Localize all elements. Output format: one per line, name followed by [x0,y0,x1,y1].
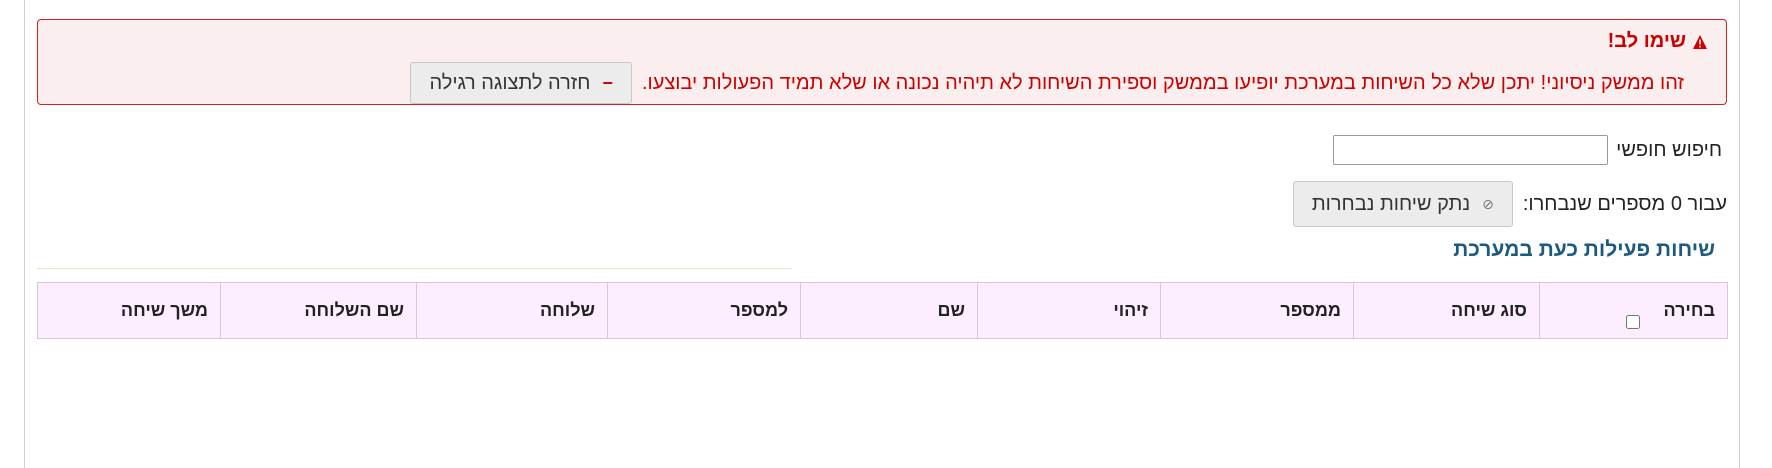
ban-icon: ⊘ [1482,195,1494,212]
header-select: בחירה [1539,282,1728,339]
search-label: חיפוש חופשי [1616,138,1722,161]
header-from-number[interactable]: ממספר [1160,282,1354,339]
header-to-number[interactable]: למספר [607,282,801,339]
disconnect-selected-button[interactable]: ⊘ נתק שיחות נבחרות [1292,181,1513,227]
header-extension[interactable]: שלוחה [416,282,608,339]
header-name[interactable]: שם [800,282,978,339]
alert-message-row: זהו ממשק ניסיוני! יתכן שלא כל השיחות במע… [410,62,1684,104]
alert-message: זהו ממשק ניסיוני! יתכן שלא כל השיחות במע… [641,72,1684,94]
selection-count-label: עבור 0 מספרים שנבחרו: [1522,192,1727,215]
warning-icon [1693,34,1707,49]
header-call-duration[interactable]: משך שיחה [37,282,221,339]
minus-icon: − [602,72,613,93]
disconnect-button-label: נתק שיחות נבחרות [1311,192,1471,215]
header-caller-id[interactable]: זיהוי [977,282,1161,339]
return-button-label: חזרה לתצוגה רגילה [429,71,591,94]
header-extension-name[interactable]: שם השלוחה [220,282,417,339]
search-input[interactable] [1333,135,1609,165]
selection-actions: עבור 0 מספרים שנבחרו: ⊘ נתק שיחות נבחרות [1292,181,1727,227]
table-header-row: בחירה סוג שיחה ממספר זיהוי שם למספר שלוח… [37,282,1728,339]
return-to-normal-view-button[interactable]: − חזרה לתצוגה רגילה [410,62,632,104]
free-search: חיפוש חופשי [1333,135,1722,165]
select-all-checkbox[interactable] [1626,315,1640,329]
alert-title-text: שימו לב! [1607,30,1686,52]
alert-title: שימו לב! [1608,30,1708,53]
header-call-type[interactable]: סוג שיחה [1353,282,1540,339]
active-calls-table: בחירה סוג שיחה ממספר זיהוי שם למספר שלוח… [37,282,1728,339]
header-select-label: בחירה [1663,300,1715,320]
experimental-alert: שימו לב! זהו ממשק ניסיוני! יתכן שלא כל ה… [37,19,1727,105]
section-divider [37,268,792,269]
section-title: שיחות פעילות כעת במערכת [1453,238,1715,261]
